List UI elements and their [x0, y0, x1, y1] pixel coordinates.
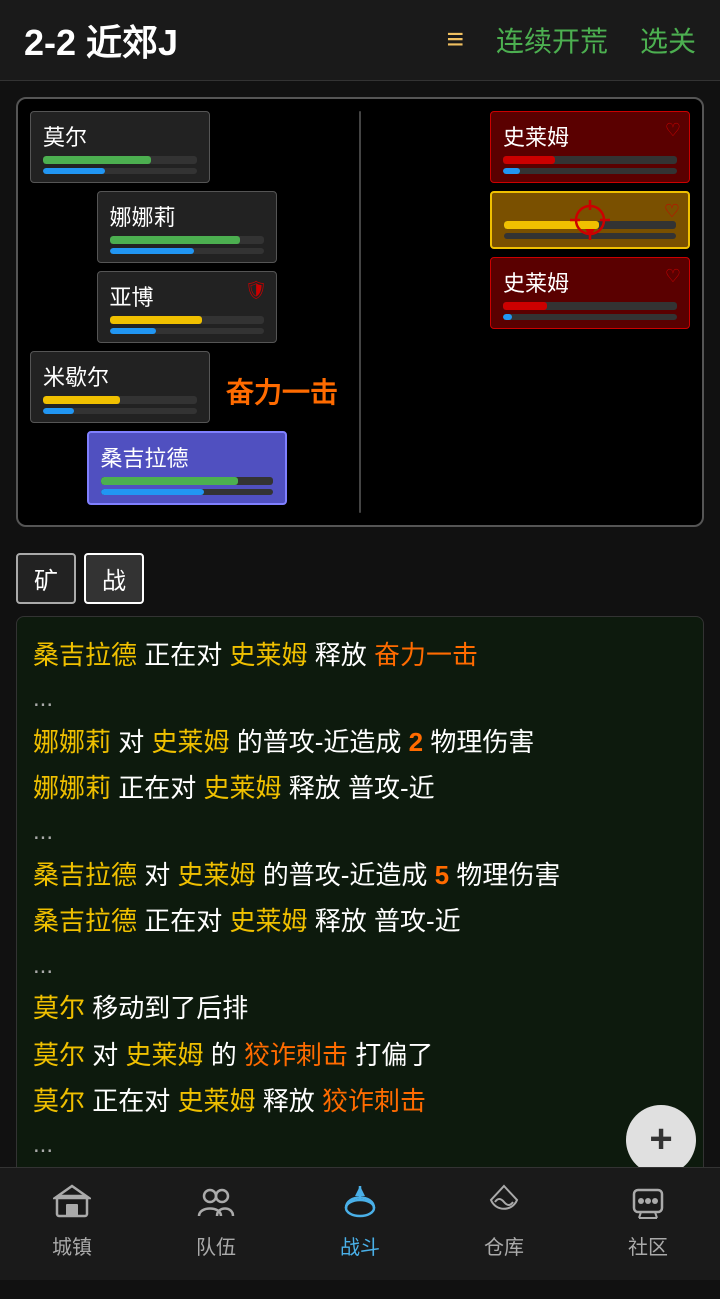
enemy-side: 史莱姆 ♡	[377, 111, 690, 513]
hp-bar-wrap-sangji	[101, 477, 273, 485]
ally-name-nana-li: 娜娜莉	[110, 200, 264, 232]
team-icon	[197, 1182, 235, 1227]
mp-bar-wrap-mo-er	[43, 168, 197, 174]
log-dots-1: ...	[33, 679, 687, 720]
hp-bar-enemy1	[503, 156, 555, 164]
shield-icon-ya-bo: 🛡	[245, 280, 268, 301]
hp-bar-enemy3	[503, 302, 547, 310]
mp-bar-wrap-enemy2	[504, 233, 676, 239]
hp-bar-wrap-enemy1	[503, 156, 677, 164]
mp-bar-enemy3	[503, 314, 512, 320]
log-line-1: 桑吉拉德 正在对 史莱姆 释放 奋力一击	[33, 633, 687, 677]
mp-bar-nana-li	[110, 248, 195, 254]
log-line-2: 娜娜莉 对 史莱姆 的普攻-近造成 2 物理伤害	[33, 720, 687, 764]
menu-icon[interactable]: ≡	[446, 23, 464, 57]
ally-card-nana-li[interactable]: 娜娜莉	[97, 191, 277, 263]
ally-name-mi-ge-er: 米歇尔	[43, 360, 197, 392]
log-line-6: 莫尔 移动到了后排	[33, 986, 687, 1030]
mp-bar-mi-ge-er	[43, 408, 74, 414]
mp-bar-wrap-nana-li	[110, 248, 264, 254]
ally-card-sangji[interactable]: 桑吉拉德	[87, 431, 287, 505]
bottom-nav: 城镇 队伍 战斗	[0, 1167, 720, 1280]
enemy-name-3: 史莱姆	[503, 266, 677, 298]
nav-warehouse[interactable]: 仓库	[484, 1182, 524, 1260]
log-area: 桑吉拉德 正在对 史莱姆 释放 奋力一击 ... 娜娜莉 对 史莱姆 的普攻-近…	[0, 616, 720, 1199]
battle-field: 莫尔 娜娜莉	[16, 97, 704, 527]
hp-bar-wrap-ya-bo	[110, 316, 264, 324]
ally-card-mi-ge-er[interactable]: 米歇尔	[30, 351, 210, 423]
hp-bar-sangji	[101, 477, 239, 485]
nav-town[interactable]: 城镇	[52, 1182, 92, 1260]
nav-label-battle: 战斗	[340, 1231, 380, 1260]
mp-bar-mo-er	[43, 168, 105, 174]
enemy-card-1[interactable]: 史莱姆 ♡	[490, 111, 690, 183]
nav-community[interactable]: 社区	[628, 1182, 668, 1260]
log-line-8: 莫尔 正在对 史莱姆 释放 狡诈刺击	[33, 1079, 687, 1123]
mp-bar-ya-bo	[110, 328, 156, 334]
hp-bar-mo-er	[43, 156, 151, 164]
ally-name-mo-er: 莫尔	[43, 120, 197, 152]
log-line-7: 莫尔 对 史莱姆 的 狡诈刺击 打偏了	[33, 1033, 687, 1077]
hp-bar-wrap-enemy2	[504, 221, 676, 229]
town-icon	[53, 1182, 91, 1227]
log-scroll[interactable]: 桑吉拉德 正在对 史莱姆 释放 奋力一击 ... 娜娜莉 对 史莱姆 的普攻-近…	[16, 616, 704, 1183]
nav-label-community: 社区	[628, 1231, 668, 1260]
enemy-card-2-targeted[interactable]: ♡	[490, 191, 690, 249]
nav-label-team: 队伍	[196, 1231, 236, 1260]
hp-bar-wrap-mo-er	[43, 156, 197, 164]
mp-bar-sangji	[101, 489, 204, 495]
ally-name-sangji: 桑吉拉德	[101, 441, 273, 473]
ally-side: 莫尔 娜娜莉	[30, 111, 343, 513]
battle-divider	[359, 111, 361, 513]
mp-bar-wrap-enemy3	[503, 314, 677, 320]
ally-card-mo-er[interactable]: 莫尔	[30, 111, 210, 183]
battle-area: 莫尔 娜娜莉	[0, 81, 720, 543]
community-icon	[629, 1182, 667, 1227]
mp-bar-enemy1	[503, 168, 520, 174]
warehouse-icon	[485, 1182, 523, 1227]
heart-icon-enemy3: ♡	[665, 266, 681, 287]
nav-label-town: 城镇	[52, 1231, 92, 1260]
mp-bar-wrap-enemy1	[503, 168, 677, 174]
nav-label-warehouse: 仓库	[484, 1231, 524, 1260]
hp-bar-wrap-mi-ge-er	[43, 396, 197, 404]
ally-card-ya-bo[interactable]: 亚博 🛡	[97, 271, 277, 343]
tabs: 矿 战	[0, 543, 720, 604]
heart-icon-enemy1: ♡	[665, 120, 681, 141]
hp-bar-nana-li	[110, 236, 241, 244]
log-line-5: 桑吉拉德 正在对 史莱姆 释放 普攻-近	[33, 899, 687, 943]
enemy-card-3[interactable]: 史莱姆 ♡	[490, 257, 690, 329]
log-actor-1: 桑吉拉德	[33, 640, 137, 670]
nav-team[interactable]: 队伍	[196, 1182, 236, 1260]
hp-bar-ya-bo	[110, 316, 202, 324]
battle-icon	[341, 1182, 379, 1227]
top-bar: 2-2 近郊J ≡ 连续开荒 选关	[0, 0, 720, 81]
hp-bar-mi-ge-er	[43, 396, 120, 404]
skill-label: 奋力一击	[226, 371, 338, 411]
heart-icon-enemy2: ♡	[664, 201, 680, 222]
log-dots-4: ...	[33, 1125, 687, 1166]
mp-bar-wrap-mi-ge-er	[43, 408, 197, 414]
hp-bar-wrap-nana-li	[110, 236, 264, 244]
enemy-name-1: 史莱姆	[503, 120, 677, 152]
mp-bar-wrap-ya-bo	[110, 328, 264, 334]
hp-bar-wrap-enemy3	[503, 302, 677, 310]
fab-button[interactable]: +	[626, 1105, 696, 1175]
log-line-4: 桑吉拉德 对 史莱姆 的普攻-近造成 5 物理伤害	[33, 853, 687, 897]
continuous-btn[interactable]: 连续开荒	[496, 20, 608, 60]
tab-battle[interactable]: 战	[84, 553, 144, 604]
log-line-3: 娜娜莉 正在对 史莱姆 释放 普攻-近	[33, 766, 687, 810]
log-dots-3: ...	[33, 946, 687, 987]
nav-battle[interactable]: 战斗	[340, 1182, 380, 1260]
hp-bar-enemy2	[504, 221, 599, 229]
mp-bar-wrap-sangji	[101, 489, 273, 495]
select-btn[interactable]: 选关	[640, 20, 696, 60]
log-dots-2: ...	[33, 812, 687, 853]
tab-mine[interactable]: 矿	[16, 553, 76, 604]
page-title: 2-2 近郊J	[24, 14, 430, 66]
ally-name-ya-bo: 亚博	[110, 280, 264, 312]
